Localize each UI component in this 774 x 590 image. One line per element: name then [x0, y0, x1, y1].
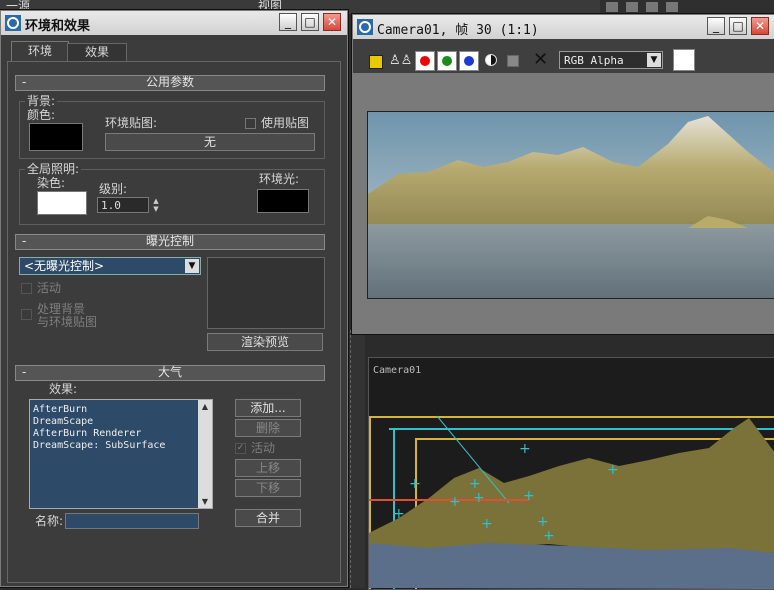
chevron-down-icon: ▼ [185, 259, 199, 273]
level-value: 1.0 [101, 199, 121, 212]
tab-effects-label: 效果 [84, 45, 109, 59]
env-dialog-titlebar[interactable]: 环境和效果 _ □ ✕ [1, 11, 347, 35]
exposure-dropdown[interactable]: <无曝光控制> ▼ [19, 257, 201, 275]
effect-active-label: 活动 [251, 441, 276, 455]
svg-text:+: + [543, 528, 555, 544]
svg-text:+: + [607, 462, 619, 478]
rollout-atmosphere-label: 大气 [157, 365, 182, 379]
name-label: 名称: [35, 514, 64, 528]
red-channel-button[interactable] [415, 51, 435, 71]
delete-effect-button-label: 删除 [255, 421, 280, 435]
left-edge-ruler [350, 330, 365, 588]
color-label: 颜色: [27, 108, 56, 122]
merge-button[interactable]: 合并 [235, 509, 301, 527]
minimize-button[interactable]: _ [279, 13, 297, 31]
env-map-button[interactable]: 无 [105, 133, 315, 151]
env-map-label: 环境贴图: [105, 116, 158, 130]
chevron-down-icon: ▼ [647, 53, 661, 67]
level-label: 级别: [99, 182, 128, 196]
exposure-dropdown-value: <无曝光控制> [24, 259, 105, 273]
process-bg-checkbox[interactable] [21, 309, 32, 320]
blue-channel-button[interactable] [459, 51, 479, 71]
background-group-label: 背景: [25, 94, 58, 108]
viewport-scene: + + + + + + + + + + + [369, 415, 774, 589]
frame-window-title: Camera01, 帧 30 (1:1) [377, 23, 539, 38]
rollout-exposure-label: 曝光控制 [145, 234, 194, 248]
tab-environment-label: 环境 [27, 44, 52, 58]
frame-window[interactable]: Camera01, 帧 30 (1:1) _ □ ✕ ♙♙ ✕ RGB Alph… [352, 14, 774, 334]
svg-text:+: + [473, 490, 485, 506]
maximize-button[interactable]: □ [301, 13, 319, 31]
render-preview-button-label: 渲染预览 [240, 335, 289, 349]
use-map-checkbox[interactable] [245, 118, 256, 129]
effects-list[interactable]: AfterBurn DreamScape AfterBurn Renderer … [29, 399, 213, 509]
right-toolbar-strip [600, 0, 774, 14]
exposure-preview-panel [207, 257, 325, 329]
rendered-image [367, 111, 774, 299]
level-spinner-field[interactable]: 1.0 [97, 197, 149, 213]
move-up-button-label: 上移 [255, 461, 280, 475]
move-down-button-label: 下移 [255, 481, 280, 495]
camera-viewport[interactable]: Camera01 + + + + + + + + + + + [368, 357, 774, 590]
level-spinner-arrows-icon[interactable]: ▲ ▼ [151, 197, 161, 213]
render-preview-button[interactable]: 渲染预览 [207, 333, 323, 351]
clone-window-icon[interactable]: ♙♙ [389, 53, 412, 68]
tint-label: 染色: [37, 176, 66, 190]
rollout-atmosphere[interactable]: - 大气 [15, 365, 325, 381]
frame-window-titlebar[interactable]: Camera01, 帧 30 (1:1) _ □ ✕ [353, 15, 774, 39]
svg-text:+: + [519, 441, 531, 457]
ambient-color-swatch[interactable] [257, 189, 309, 213]
svg-text:+: + [481, 516, 493, 532]
tint-color-swatch[interactable] [37, 191, 87, 215]
close-x-icon[interactable]: ✕ [533, 49, 548, 70]
effects-list-scrollbar[interactable]: ▲ ▼ [198, 400, 212, 508]
add-effect-button[interactable]: 添加... [235, 399, 301, 417]
svg-text:+: + [409, 476, 421, 492]
rollout-exposure[interactable]: - 曝光控制 [15, 234, 325, 250]
env-dialog-title: 环境和效果 [25, 19, 91, 34]
svg-text:+: + [449, 494, 461, 510]
close-button[interactable]: ✕ [751, 17, 769, 35]
list-item[interactable]: DreamScape: SubSurface [33, 439, 165, 452]
use-map-label: 使用贴图 [261, 116, 310, 130]
move-down-button[interactable]: 下移 [235, 479, 301, 497]
env-effects-dialog[interactable]: 环境和效果 _ □ ✕ 环境 效果 - 公用参数 背景: 颜色: 环境贴图: 使用… [0, 10, 348, 587]
svg-text:+: + [393, 506, 405, 522]
tab-environment[interactable]: 环境 [11, 41, 69, 62]
channel-dropdown[interactable]: RGB Alpha ▼ [559, 51, 663, 69]
save-image-icon[interactable] [369, 55, 383, 69]
merge-button-label: 合并 [255, 511, 280, 525]
frame-toolbar: ♙♙ ✕ RGB Alpha ▼ [353, 39, 774, 73]
move-up-button[interactable]: 上移 [235, 459, 301, 477]
maximize-button[interactable]: □ [729, 17, 747, 35]
mono-toggle-icon[interactable] [485, 54, 497, 66]
exposure-active-label: 活动 [37, 281, 62, 295]
ambient-label: 环境光: [259, 172, 300, 186]
swatch-white[interactable] [673, 49, 695, 71]
tab-effects[interactable]: 效果 [67, 43, 127, 62]
channel-dropdown-value: RGB Alpha [564, 54, 624, 67]
effects-label: 效果: [49, 382, 78, 396]
exposure-active-checkbox[interactable] [21, 283, 32, 294]
rollout-common-params[interactable]: - 公用参数 [15, 75, 325, 91]
delete-effect-button[interactable]: 删除 [235, 419, 301, 437]
add-effect-button-label: 添加... [250, 401, 286, 415]
svg-text:+: + [523, 488, 535, 504]
effect-active-checkbox[interactable]: ✓ [235, 443, 246, 454]
app-logo-icon [5, 15, 21, 31]
clear-icon[interactable] [507, 55, 519, 67]
global-lighting-label: 全局照明: [25, 162, 82, 176]
close-button[interactable]: ✕ [323, 13, 341, 31]
green-channel-button[interactable] [437, 51, 457, 71]
background-color-swatch[interactable] [29, 123, 83, 151]
app-logo-icon [357, 19, 373, 35]
env-map-button-label: 无 [203, 135, 216, 149]
rollout-common-params-label: 公用参数 [145, 75, 194, 89]
name-input[interactable] [65, 513, 199, 529]
minimize-button[interactable]: _ [707, 17, 725, 35]
render-frame [353, 73, 774, 333]
process-bg-label-line2: 与环境贴图 [37, 315, 98, 329]
